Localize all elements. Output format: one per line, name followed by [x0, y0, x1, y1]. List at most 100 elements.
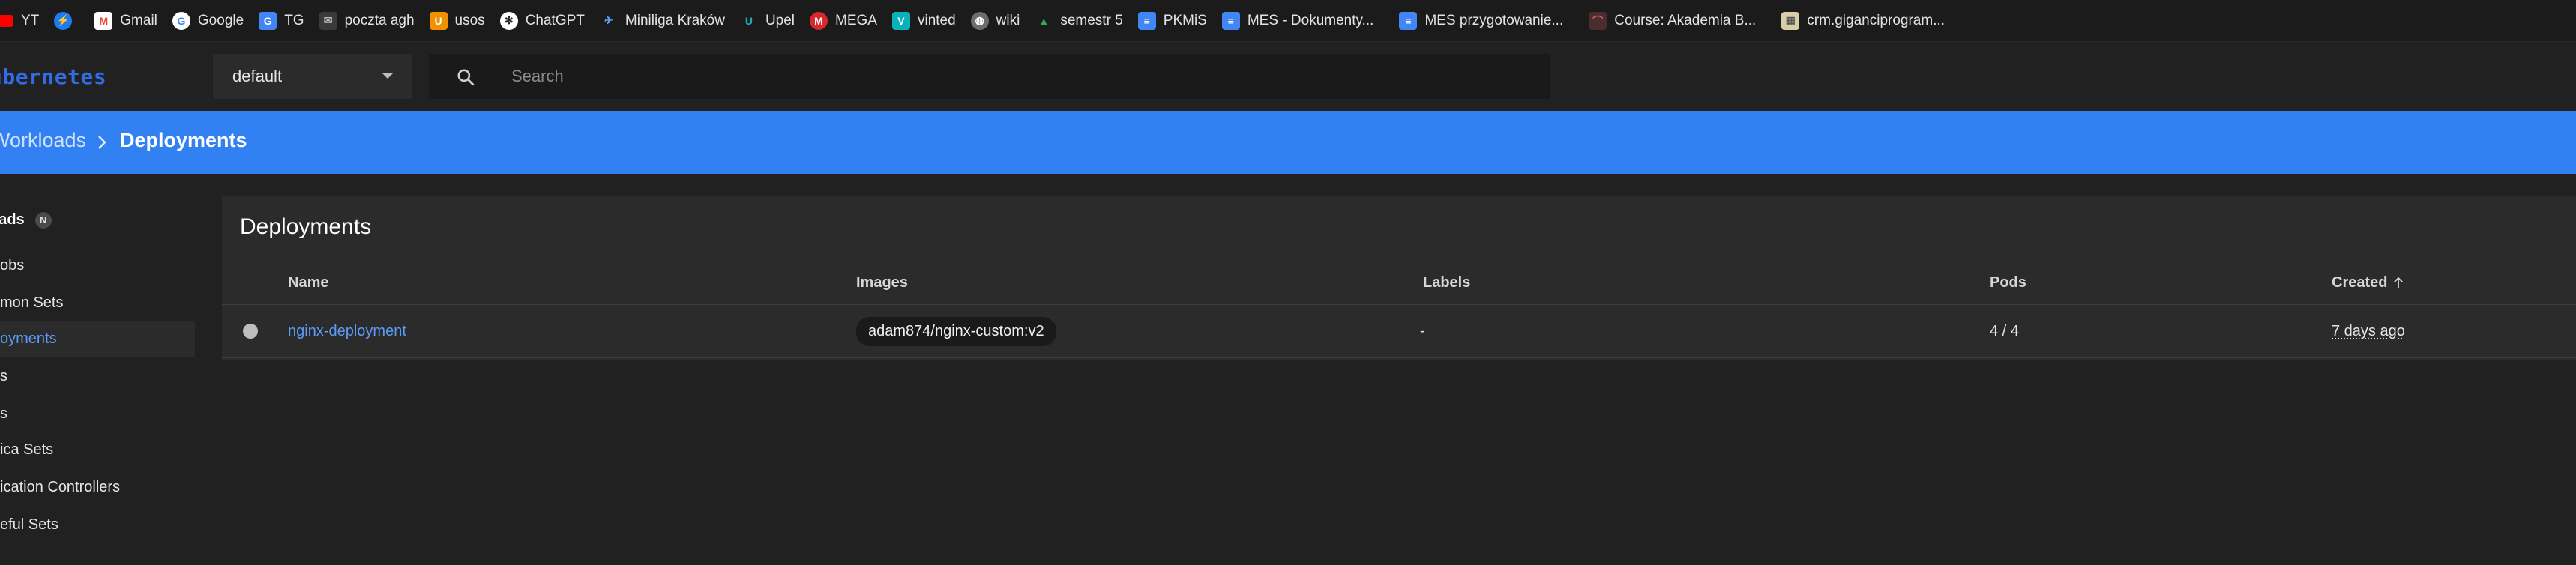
- sidebar-section-label: oads: [0, 211, 25, 228]
- sidebar: oads N Jobs mon Sets oyments s s ica Set…: [0, 174, 196, 565]
- cell-images: adam874/nginx-custom:v2: [856, 305, 1056, 357]
- bookmark-yt[interactable]: YT: [0, 6, 46, 36]
- bookmark-label: ChatGPT: [525, 12, 585, 28]
- bookmark-pkmis[interactable]: ≡ PKMiS: [1131, 6, 1215, 36]
- bookmark-label: Upel: [765, 12, 795, 28]
- bookmark-label: MEGA: [835, 12, 877, 28]
- docs-icon: ≡: [1221, 11, 1240, 30]
- bookmark-label: Gmail: [120, 12, 157, 28]
- bookmark-label: MES - Dokumenty...: [1247, 12, 1374, 28]
- sidebar-item-stateful-sets[interactable]: eful Sets: [0, 507, 195, 543]
- gmail-icon: M: [94, 11, 113, 30]
- created-value: 7 days ago: [2332, 322, 2405, 339]
- docs-icon: ≡: [1399, 11, 1418, 30]
- bookmark-mes-przygotowanie[interactable]: ≡ MES przygotowanie...: [1391, 6, 1571, 36]
- bookmark-label: MES przygotowanie...: [1424, 12, 1564, 28]
- bookmark-label: Miniliga Kraków: [625, 12, 725, 28]
- bookmark-mega[interactable]: M MEGA: [802, 6, 885, 36]
- messenger-icon: ⚡: [54, 11, 73, 30]
- sidebar-item-label: s: [0, 405, 7, 422]
- app-header: ubernetes default: [0, 42, 2576, 111]
- namespace-select[interactable]: default: [213, 54, 412, 99]
- column-header-created[interactable]: Created: [2332, 274, 2404, 291]
- bookmark-course[interactable]: ⌒ Course: Akademia B...: [1581, 6, 1763, 36]
- search-input[interactable]: [511, 61, 1531, 91]
- bookmark-miniliga[interactable]: ✈ Miniliga Kraków: [592, 6, 732, 36]
- bookmark-label: PKMiS: [1163, 12, 1207, 28]
- cell-name: nginx-deployment: [288, 305, 406, 357]
- bookmark-label: poczta agh: [344, 12, 415, 28]
- translate-icon: G: [259, 11, 277, 30]
- sidebar-item-label: ica Sets: [0, 441, 54, 458]
- sidebar-item-jobs[interactable]: s: [0, 358, 195, 394]
- sidebar-item-pods[interactable]: s: [0, 396, 195, 432]
- deployments-card: Deployments Name Images Labels Pods Crea…: [222, 196, 2576, 360]
- column-label: Images: [856, 274, 908, 291]
- bookmark-chatgpt[interactable]: ✻ ChatGPT: [493, 6, 592, 36]
- bookmark-mes-dokumenty[interactable]: ≡ MES - Dokumenty...: [1215, 6, 1382, 36]
- bookmark-gmail[interactable]: M Gmail: [87, 6, 165, 36]
- cell-pods: 4 / 4: [1990, 305, 2019, 357]
- sidebar-item-replication-controllers[interactable]: ication Controllers: [0, 469, 195, 505]
- docs-icon: ≡: [1137, 11, 1156, 30]
- bookmark-messenger[interactable]: ⚡: [46, 6, 87, 36]
- bookmark-label: vinted: [917, 12, 956, 28]
- breadcrumb: Workloads Deployments: [0, 111, 2576, 174]
- bookmark-google[interactable]: G Google: [165, 6, 251, 36]
- youtube-icon: [0, 14, 13, 27]
- bookmark-wiki[interactable]: ◍ wiki: [963, 6, 1028, 36]
- sidebar-item-label: eful Sets: [0, 516, 58, 533]
- drive-icon: ▲: [1038, 14, 1050, 27]
- bookmark-upel[interactable]: U Upel: [732, 6, 802, 36]
- table-row: nginx-deployment adam874/nginx-custom:v2…: [222, 305, 2576, 357]
- sidebar-item-replica-sets[interactable]: ica Sets: [0, 432, 195, 468]
- status-indicator: [243, 324, 258, 339]
- column-header-pods: Pods: [1990, 274, 2026, 291]
- bookmark-vinted[interactable]: V vinted: [885, 6, 963, 36]
- bookmarks-bar: YT ⚡ M Gmail G Google G TG ✉ poczta agh …: [0, 0, 2576, 42]
- bookmark-label: YT: [21, 12, 40, 28]
- labels-value: -: [1420, 322, 1425, 339]
- bookmark-semestr-5[interactable]: ▲ semestr 5: [1027, 6, 1130, 36]
- mega-icon: M: [810, 11, 828, 30]
- caret-down-icon: [382, 73, 393, 79]
- bookmark-label: crm.giganciprogram...: [1807, 12, 1945, 28]
- column-label: Created: [2332, 274, 2388, 291]
- bookmark-label: Google: [197, 12, 244, 28]
- sidebar-item-label: ication Controllers: [0, 478, 121, 495]
- bookmark-poczta-agh[interactable]: ✉ poczta agh: [312, 6, 422, 36]
- search-box[interactable]: [429, 54, 1550, 99]
- sidebar-item-daemon-sets[interactable]: mon Sets: [0, 285, 195, 321]
- miniliga-icon: ✈: [604, 14, 613, 26]
- bookmark-usos[interactable]: U usos: [422, 6, 493, 36]
- chatgpt-icon: ✻: [499, 11, 518, 30]
- sidebar-item-label: oyments: [0, 330, 57, 347]
- bookmark-tg[interactable]: G TG: [251, 6, 311, 36]
- sidebar-section-workloads[interactable]: oads N: [0, 211, 52, 229]
- deployment-link[interactable]: nginx-deployment: [288, 323, 406, 340]
- kubernetes-logo[interactable]: ubernetes: [0, 64, 106, 89]
- sort-ascending-icon[interactable]: [2393, 277, 2404, 290]
- breadcrumb-current: Deployments: [120, 129, 247, 151]
- crm-icon: ▦: [1781, 11, 1800, 30]
- vinted-icon: V: [891, 11, 910, 30]
- image-chip: adam874/nginx-custom:v2: [856, 316, 1056, 346]
- mail-icon: ✉: [319, 11, 337, 30]
- globe-icon: ◍: [970, 11, 989, 30]
- sidebar-item-cron-jobs[interactable]: Jobs: [0, 247, 195, 283]
- google-icon: G: [172, 11, 190, 30]
- namespace-value: default: [232, 67, 283, 85]
- new-badge: N: [34, 211, 52, 229]
- column-label: Pods: [1990, 274, 2026, 291]
- sidebar-item-deployments[interactable]: oyments: [0, 321, 195, 357]
- sidebar-item-label: s: [0, 367, 7, 384]
- bookmark-label: semestr 5: [1060, 12, 1123, 28]
- column-header-name[interactable]: Name: [288, 274, 328, 291]
- pods-value: 4 / 4: [1990, 322, 2019, 339]
- bookmark-label: usos: [454, 12, 485, 28]
- bookmark-crm[interactable]: ▦ crm.giganciprogram...: [1774, 6, 1952, 36]
- search-icon: [457, 69, 475, 86]
- usos-icon: U: [429, 11, 448, 30]
- breadcrumb-workloads-link[interactable]: Workloads: [0, 129, 86, 152]
- chevron-right-icon: [98, 136, 106, 149]
